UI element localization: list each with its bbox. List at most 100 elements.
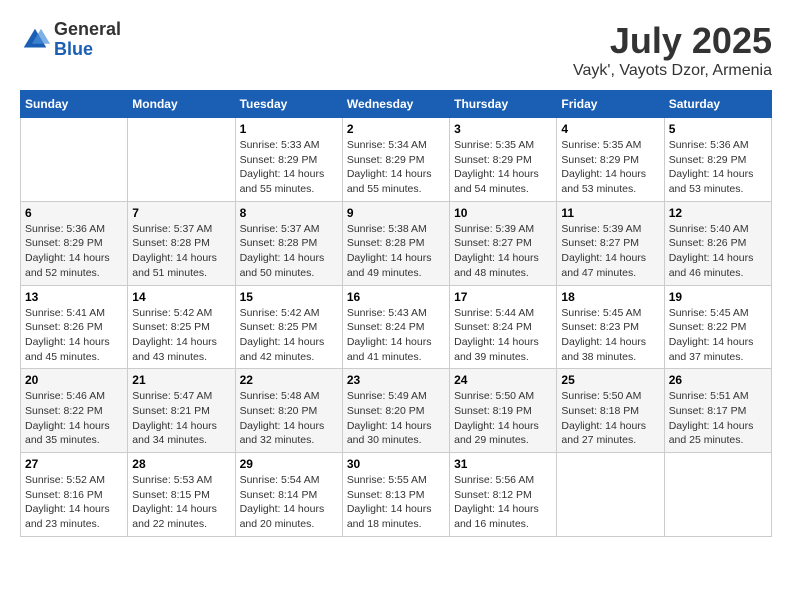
day-number: 11 (561, 206, 659, 220)
day-info: Sunrise: 5:35 AMSunset: 8:29 PMDaylight:… (561, 138, 659, 197)
day-number: 29 (240, 457, 338, 471)
calendar-day-cell (557, 453, 664, 537)
calendar-day-cell: 21 Sunrise: 5:47 AMSunset: 8:21 PMDayligh… (128, 369, 235, 453)
weekday-header: Thursday (450, 91, 557, 118)
day-info: Sunrise: 5:56 AMSunset: 8:12 PMDaylight:… (454, 473, 552, 532)
calendar-day-cell: 7Sunrise: 5:37 AMSunset: 8:28 PMDaylight… (128, 201, 235, 285)
day-info: Sunrise: 5:36 AMSunset: 8:29 PMDaylight:… (25, 222, 123, 281)
day-number: 21 (132, 373, 230, 387)
day-info: Sunrise: 5:49 AMSunset: 8:20 PMDaylight:… (347, 389, 445, 448)
day-number: 30 (347, 457, 445, 471)
calendar-day-cell: 16Sunrise: 5:43 AMSunset: 8:24 PMDayligh… (342, 285, 449, 369)
day-info: Sunrise: 5:37 AMSunset: 8:28 PMDaylight:… (132, 222, 230, 281)
day-info: Sunrise: 5:33 AMSunset: 8:29 PMDaylight:… (240, 138, 338, 197)
day-number: 10 (454, 206, 552, 220)
day-info: Sunrise: 5:50 AMSunset: 8:18 PMDaylight:… (561, 389, 659, 448)
calendar-day-cell: 31Sunrise: 5:56 AMSunset: 8:12 PMDayligh… (450, 453, 557, 537)
day-number: 6 (25, 206, 123, 220)
day-info: Sunrise: 5:52 AMSunset: 8:16 PMDaylight:… (25, 473, 123, 532)
calendar-day-cell: 17Sunrise: 5:44 AMSunset: 8:24 PMDayligh… (450, 285, 557, 369)
day-number: 18 (561, 290, 659, 304)
weekday-header: Tuesday (235, 91, 342, 118)
logo-text: General Blue (54, 20, 121, 60)
day-info: Sunrise: 5:55 AMSunset: 8:13 PMDaylight:… (347, 473, 445, 532)
day-info: Sunrise: 5:45 AMSunset: 8:22 PMDaylight:… (669, 306, 767, 365)
calendar-week-row: 1 Sunrise: 5:33 AMSunset: 8:29 PMDaylight… (21, 118, 772, 202)
calendar-day-cell: 2Sunrise: 5:34 AMSunset: 8:29 PMDaylight… (342, 118, 449, 202)
calendar-day-cell: 24 Sunrise: 5:50 AMSunset: 8:19 PMDayligh… (450, 369, 557, 453)
day-number: 4 (561, 122, 659, 136)
day-number: 8 (240, 206, 338, 220)
day-number: 20 (25, 373, 123, 387)
calendar-day-cell: 30 Sunrise: 5:55 AMSunset: 8:13 PMDayligh… (342, 453, 449, 537)
day-info: Sunrise: 5:41 AMSunset: 8:26 PMDaylight:… (25, 306, 123, 365)
day-info: Sunrise: 5:48 AMSunset: 8:20 PMDaylight:… (240, 389, 338, 448)
calendar-day-cell: 27 Sunrise: 5:52 AMSunset: 8:16 PMDayligh… (21, 453, 128, 537)
day-number: 25 (561, 373, 659, 387)
day-info: Sunrise: 5:35 AMSunset: 8:29 PMDaylight:… (454, 138, 552, 197)
calendar-day-cell: 29 Sunrise: 5:54 AMSunset: 8:14 PMDayligh… (235, 453, 342, 537)
calendar-table: SundayMondayTuesdayWednesdayThursdayFrid… (20, 90, 772, 537)
day-number: 26 (669, 373, 767, 387)
logo: General Blue (20, 20, 121, 60)
title-section: July 2025 Vayk', Vayots Dzor, Armenia (573, 20, 772, 80)
month-title: July 2025 (573, 20, 772, 62)
calendar-day-cell: 12 Sunrise: 5:40 AMSunset: 8:26 PMDayligh… (664, 201, 771, 285)
calendar-day-cell: 14 Sunrise: 5:42 AMSunset: 8:25 PMDayligh… (128, 285, 235, 369)
day-number: 23 (347, 373, 445, 387)
calendar-day-cell (21, 118, 128, 202)
day-number: 9 (347, 206, 445, 220)
weekday-header: Sunday (21, 91, 128, 118)
day-number: 12 (669, 206, 767, 220)
weekday-header: Friday (557, 91, 664, 118)
logo-general-text: General (54, 20, 121, 40)
day-info: Sunrise: 5:51 AMSunset: 8:17 PMDaylight:… (669, 389, 767, 448)
calendar-week-row: 6 Sunrise: 5:36 AMSunset: 8:29 PMDaylight… (21, 201, 772, 285)
day-number: 22 (240, 373, 338, 387)
day-number: 19 (669, 290, 767, 304)
calendar-day-cell: 20 Sunrise: 5:46 AMSunset: 8:22 PMDayligh… (21, 369, 128, 453)
day-info: Sunrise: 5:38 AMSunset: 8:28 PMDaylight:… (347, 222, 445, 281)
logo-icon (20, 25, 50, 55)
calendar-day-cell: 15Sunrise: 5:42 AMSunset: 8:25 PMDayligh… (235, 285, 342, 369)
calendar-day-cell: 6 Sunrise: 5:36 AMSunset: 8:29 PMDaylight… (21, 201, 128, 285)
calendar-day-cell: 19 Sunrise: 5:45 AMSunset: 8:22 PMDayligh… (664, 285, 771, 369)
calendar-day-cell: 18 Sunrise: 5:45 AMSunset: 8:23 PMDayligh… (557, 285, 664, 369)
calendar-week-row: 20 Sunrise: 5:46 AMSunset: 8:22 PMDayligh… (21, 369, 772, 453)
calendar-day-cell: 13Sunrise: 5:41 AMSunset: 8:26 PMDayligh… (21, 285, 128, 369)
calendar-week-row: 27 Sunrise: 5:52 AMSunset: 8:16 PMDayligh… (21, 453, 772, 537)
calendar-day-cell: 23 Sunrise: 5:49 AMSunset: 8:20 PMDayligh… (342, 369, 449, 453)
day-info: Sunrise: 5:37 AMSunset: 8:28 PMDaylight:… (240, 222, 338, 281)
calendar-day-cell: 8 Sunrise: 5:37 AMSunset: 8:28 PMDaylight… (235, 201, 342, 285)
calendar-day-cell: 28Sunrise: 5:53 AMSunset: 8:15 PMDayligh… (128, 453, 235, 537)
day-number: 3 (454, 122, 552, 136)
calendar-day-cell: 1 Sunrise: 5:33 AMSunset: 8:29 PMDaylight… (235, 118, 342, 202)
calendar-day-cell: 9 Sunrise: 5:38 AMSunset: 8:28 PMDaylight… (342, 201, 449, 285)
day-number: 14 (132, 290, 230, 304)
day-info: Sunrise: 5:50 AMSunset: 8:19 PMDaylight:… (454, 389, 552, 448)
day-info: Sunrise: 5:40 AMSunset: 8:26 PMDaylight:… (669, 222, 767, 281)
calendar-header-row: SundayMondayTuesdayWednesdayThursdayFrid… (21, 91, 772, 118)
calendar-day-cell: 26 Sunrise: 5:51 AMSunset: 8:17 PMDayligh… (664, 369, 771, 453)
day-info: Sunrise: 5:39 AMSunset: 8:27 PMDaylight:… (561, 222, 659, 281)
day-number: 5 (669, 122, 767, 136)
day-info: Sunrise: 5:42 AMSunset: 8:25 PMDaylight:… (132, 306, 230, 365)
day-number: 27 (25, 457, 123, 471)
day-info: Sunrise: 5:54 AMSunset: 8:14 PMDaylight:… (240, 473, 338, 532)
calendar-week-row: 13Sunrise: 5:41 AMSunset: 8:26 PMDayligh… (21, 285, 772, 369)
day-number: 16 (347, 290, 445, 304)
day-info: Sunrise: 5:46 AMSunset: 8:22 PMDaylight:… (25, 389, 123, 448)
logo-blue-text: Blue (54, 40, 121, 60)
calendar-day-cell (664, 453, 771, 537)
day-info: Sunrise: 5:47 AMSunset: 8:21 PMDaylight:… (132, 389, 230, 448)
day-number: 1 (240, 122, 338, 136)
day-info: Sunrise: 5:39 AMSunset: 8:27 PMDaylight:… (454, 222, 552, 281)
day-number: 24 (454, 373, 552, 387)
calendar-day-cell: 4 Sunrise: 5:35 AMSunset: 8:29 PMDaylight… (557, 118, 664, 202)
day-number: 15 (240, 290, 338, 304)
page-header: General Blue July 2025 Vayk', Vayots Dzo… (20, 20, 772, 80)
day-info: Sunrise: 5:36 AMSunset: 8:29 PMDaylight:… (669, 138, 767, 197)
calendar-day-cell: 5 Sunrise: 5:36 AMSunset: 8:29 PMDaylight… (664, 118, 771, 202)
day-info: Sunrise: 5:45 AMSunset: 8:23 PMDaylight:… (561, 306, 659, 365)
calendar-day-cell: 3 Sunrise: 5:35 AMSunset: 8:29 PMDaylight… (450, 118, 557, 202)
